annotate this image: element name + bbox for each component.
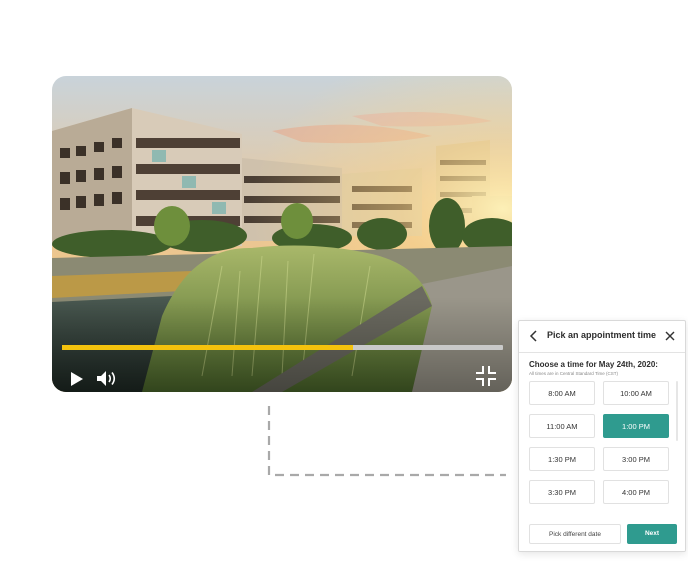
time-slot[interactable]: 3:30 PM <box>529 480 595 504</box>
time-slot[interactable]: 8:00 AM <box>529 381 595 405</box>
time-slot[interactable]: 1:30 PM <box>529 447 595 471</box>
exit-fullscreen-icon[interactable] <box>476 366 496 386</box>
panel-title: Pick an appointment time <box>547 330 657 340</box>
timezone-note: All times are in Central Standard Time (… <box>529 371 619 376</box>
time-slot[interactable]: 4:00 PM <box>603 480 669 504</box>
video-player[interactable] <box>52 76 512 392</box>
video-progress-bar[interactable] <box>62 345 503 350</box>
time-slot[interactable]: 11:00 AM <box>529 414 595 438</box>
close-icon[interactable] <box>665 331 675 341</box>
slot-list-scrollbar[interactable] <box>676 381 678 441</box>
next-button[interactable]: Next <box>627 524 677 544</box>
panel-footer: Pick different date Next <box>519 517 685 551</box>
time-slot[interactable]: 1:00 PM <box>603 414 669 438</box>
panel-header: Pick an appointment time <box>519 321 685 353</box>
volume-icon[interactable] <box>96 370 118 387</box>
video-progress-fill <box>62 345 354 350</box>
appointment-picker-panel: Pick an appointment time Choose a time f… <box>518 320 686 552</box>
time-slot[interactable]: 10:00 AM <box>603 381 669 405</box>
chevron-left-icon[interactable] <box>529 330 539 342</box>
pick-different-date-button[interactable]: Pick different date <box>529 524 621 544</box>
play-icon[interactable] <box>70 371 84 387</box>
date-heading: Choose a time for May 24th, 2020: <box>529 360 658 369</box>
dashed-connector <box>267 406 506 477</box>
time-slot[interactable]: 3:00 PM <box>603 447 669 471</box>
time-slot-grid: 8:00 AM 10:00 AM 11:00 AM 1:00 PM 1:30 P… <box>529 381 671 514</box>
